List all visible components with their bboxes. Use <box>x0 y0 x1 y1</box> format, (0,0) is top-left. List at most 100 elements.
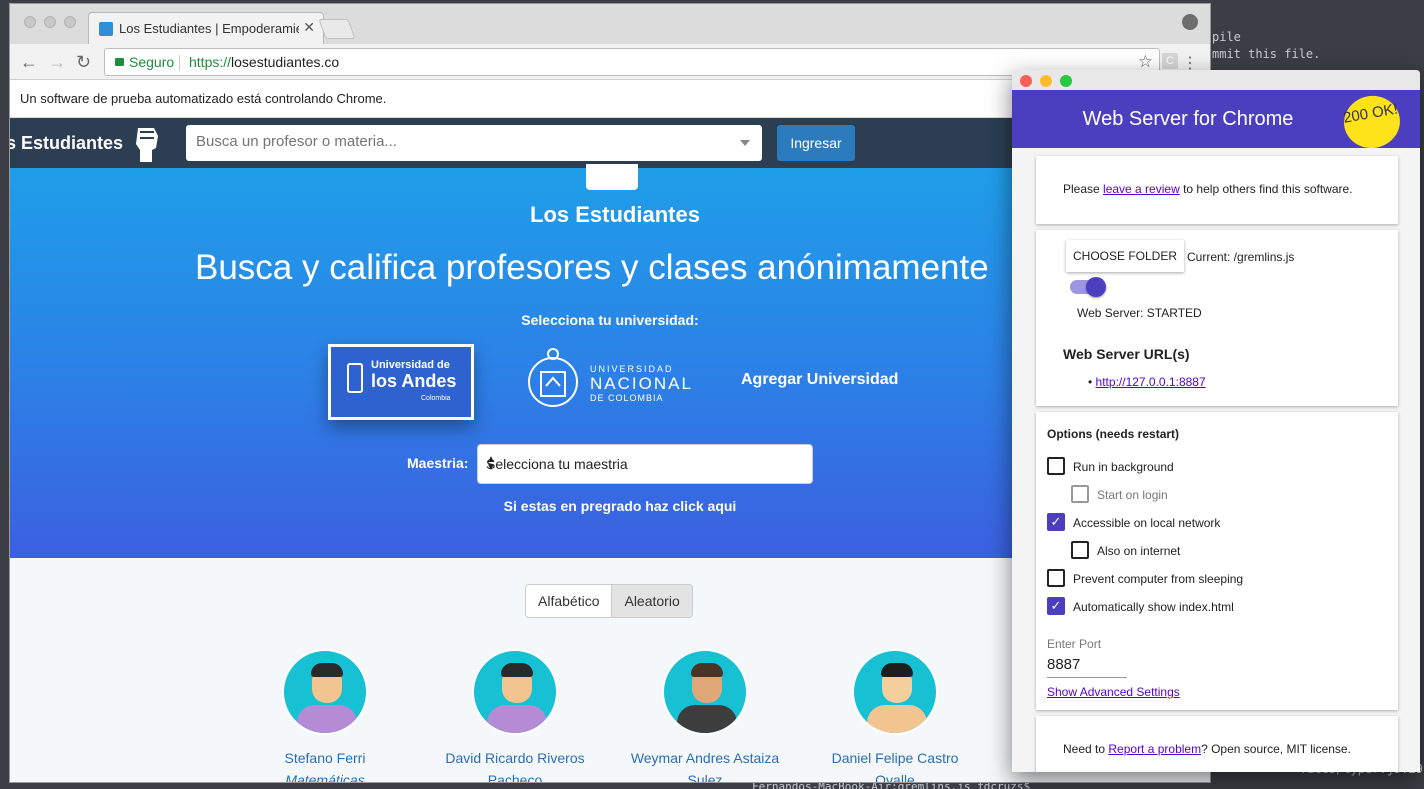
search-input[interactable] <box>196 133 716 150</box>
professor-name[interactable]: David Ricardo Riveros <box>415 747 615 769</box>
profile-icon[interactable] <box>1182 14 1198 30</box>
uniandes-line2: los Andes <box>371 371 457 391</box>
new-tab-button[interactable] <box>318 19 356 39</box>
site-brand[interactable]: s Estudiantes <box>10 133 123 154</box>
uniandes-line1: Universidad de <box>371 359 450 371</box>
close-window-button[interactable] <box>24 16 36 28</box>
hero-logo-icon <box>586 164 638 190</box>
url-scheme: https:// <box>189 54 232 70</box>
professor-avatar[interactable] <box>472 649 558 735</box>
professor-card[interactable]: Weymar Andres Astaiza Sulez <box>605 649 805 782</box>
professor-avatar[interactable] <box>662 649 748 735</box>
check-icon[interactable]: ✓ <box>1047 513 1065 531</box>
professor-name-cont[interactable]: Pacheco <box>415 769 615 782</box>
footer-card: Need to Report a problem? Open source, M… <box>1036 716 1398 772</box>
tab-title: Los Estudiantes | Empoderamiento <box>119 21 299 36</box>
search-box[interactable] <box>186 125 762 161</box>
terminal-line: pile <box>1212 30 1241 44</box>
maestria-label: Maestria: <box>407 455 469 471</box>
check-icon[interactable]: ✓ <box>1047 597 1065 615</box>
minimize-window-button[interactable] <box>44 16 56 28</box>
ok-badge: 200 OK! <box>1339 91 1405 153</box>
checkbox[interactable] <box>1071 485 1089 503</box>
port-label: Enter Port <box>1047 637 1102 651</box>
fist-logo-icon <box>136 128 158 162</box>
option-label: Also on internet <box>1097 544 1181 558</box>
bookmark-star-icon[interactable]: ☆ <box>1138 52 1153 72</box>
url-text[interactable]: https://losestudiantes.co <box>189 54 339 70</box>
forward-icon[interactable]: → <box>48 52 66 73</box>
server-toggle[interactable] <box>1070 277 1106 297</box>
professor-subject[interactable]: Matemáticas <box>225 769 425 782</box>
ws-title: Web Server for Chrome <box>1082 108 1294 130</box>
sort-alphabetic-button[interactable]: Alfabético <box>526 585 611 617</box>
choose-folder-button[interactable]: CHOOSE FOLDER <box>1066 240 1184 272</box>
professor-name-cont[interactable]: Sulez <box>605 769 805 782</box>
close-tab-icon[interactable]: ✕ <box>303 19 315 36</box>
maestria-select[interactable]: Selecciona tu maestria ▲ ▼ <box>477 444 813 484</box>
professor-name[interactable]: Stefano Ferri <box>225 747 425 769</box>
university-unal[interactable]: UNIVERSIDAD NACIONAL DE COLOMBIA <box>590 364 693 403</box>
add-university-link[interactable]: Agregar Universidad <box>741 371 898 389</box>
unal-seal-icon[interactable] <box>524 346 582 418</box>
toggle-knob <box>1086 277 1106 297</box>
checkbox[interactable] <box>1071 541 1089 559</box>
report-problem-link[interactable]: Report a problem <box>1108 742 1201 756</box>
option-label: Prevent computer from sleeping <box>1073 572 1244 586</box>
terminal-line: mmit this file. <box>1212 47 1321 61</box>
infobar-text: Un software de prueba automatizado está … <box>20 91 387 106</box>
address-bar[interactable]: Seguro https://losestudiantes.co ☆ <box>104 48 1160 76</box>
university-uniandes[interactable]: Universidad de los Andes Colombia <box>328 344 474 420</box>
option-label: Accessible on local network <box>1073 516 1221 530</box>
url-list-item: • http://127.0.0.1:8887 <box>1088 375 1206 389</box>
footer-text: Need to Report a problem? Open source, M… <box>1063 742 1351 756</box>
back-icon[interactable]: ← <box>20 52 38 73</box>
zoom-window-button[interactable] <box>64 16 76 28</box>
unal-line2: NACIONAL <box>590 374 693 393</box>
chevron-down-icon[interactable] <box>740 140 750 146</box>
footer-post: ? Open source, MIT license. <box>1201 742 1351 756</box>
current-folder: Current: /gremlins.js <box>1187 250 1295 264</box>
urls-heading: Web Server URL(s) <box>1063 346 1190 362</box>
zoom-window-button[interactable] <box>1060 75 1072 87</box>
professor-name[interactable]: Weymar Andres Astaiza <box>605 747 805 769</box>
favicon-icon <box>99 22 113 36</box>
uniandes-line3: Colombia <box>421 395 451 402</box>
leave-review-link[interactable]: leave a review <box>1103 182 1180 196</box>
server-url-link[interactable]: http://127.0.0.1:8887 <box>1096 375 1206 389</box>
extension-icon[interactable]: C <box>1162 53 1178 69</box>
port-input[interactable]: 8887 <box>1047 656 1127 678</box>
professor-name-cont[interactable]: Ovalle <box>795 769 995 782</box>
server-status: Web Server: STARTED <box>1077 306 1202 320</box>
professor-card[interactable]: Daniel Felipe Castro Ovalle <box>795 649 995 782</box>
advanced-settings-link[interactable]: Show Advanced Settings <box>1047 685 1180 699</box>
reload-icon[interactable]: ↻ <box>76 52 91 73</box>
option-label: Start on login <box>1097 488 1168 502</box>
lock-icon <box>115 58 124 66</box>
login-button[interactable]: Ingresar <box>777 125 855 161</box>
professor-name[interactable]: Daniel Felipe Castro <box>795 747 995 769</box>
checkbox[interactable] <box>1047 457 1065 475</box>
divider <box>179 55 180 71</box>
secure-label: Seguro <box>129 54 175 70</box>
url-host: losestudiantes.co <box>231 54 340 70</box>
minimize-window-button[interactable] <box>1040 75 1052 87</box>
review-post: to help others find this software. <box>1179 182 1353 196</box>
tab-strip: Los Estudiantes | Empoderamiento ✕ <box>10 4 1210 44</box>
sort-random-button[interactable]: Aleatorio <box>611 585 692 617</box>
ws-header: Web Server for Chrome 200 OK! <box>1012 90 1420 153</box>
footer-pre: Need to <box>1063 742 1109 756</box>
professor-card[interactable]: Stefano Ferri Matemáticas <box>225 649 425 782</box>
professor-avatar[interactable] <box>282 649 368 735</box>
options-card: Options (needs restart) Run in backgroun… <box>1036 412 1398 710</box>
review-pre: Please <box>1063 182 1104 196</box>
professor-card[interactable]: David Ricardo Riveros Pacheco <box>415 649 615 782</box>
sort-toggle-group: Alfabético Aleatorio <box>525 584 693 618</box>
professor-avatar[interactable] <box>852 649 938 735</box>
hero-title: Busca y califica profesores y clases anó… <box>195 248 989 287</box>
tab-los-estudiantes[interactable]: Los Estudiantes | Empoderamiento ✕ <box>88 12 324 44</box>
close-window-button[interactable] <box>1020 75 1032 87</box>
web-server-window: Web Server for Chrome 200 OK! Please lea… <box>1012 70 1420 772</box>
review-card: Please leave a review to help others fin… <box>1036 156 1398 224</box>
checkbox[interactable] <box>1047 569 1065 587</box>
